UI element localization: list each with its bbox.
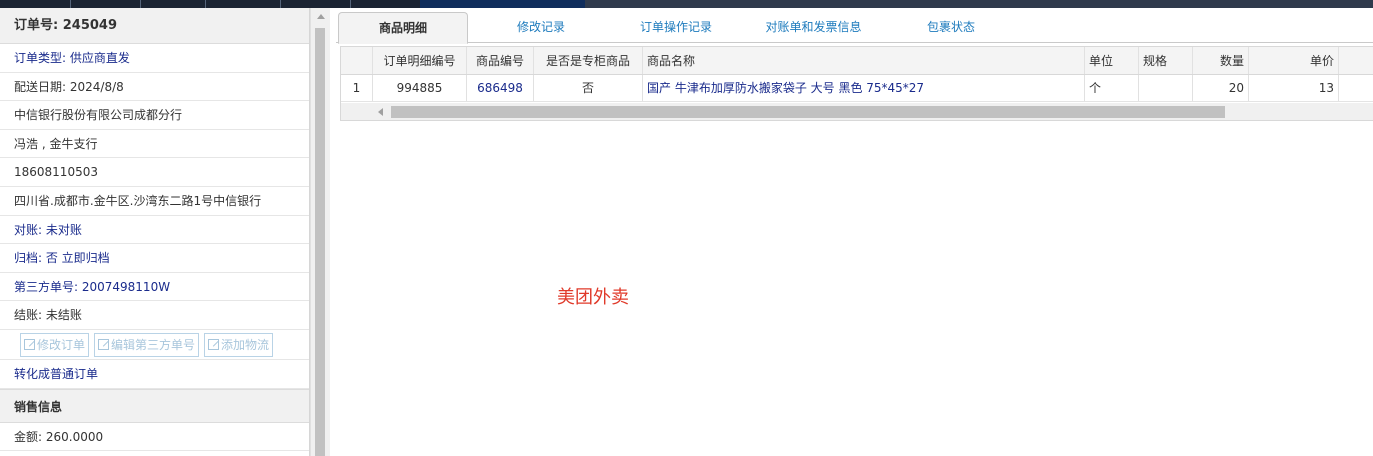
scroll-thumb[interactable]	[391, 106, 1225, 118]
settlement-row: 结账: 未结账	[0, 301, 309, 330]
order-number-title: 订单号: 245049	[0, 8, 309, 44]
phone-row: 18608110503	[0, 158, 309, 187]
order-info-panel: 订单号: 245049 订单类型: 供应商直发 配送日期: 2024/8/8 中…	[0, 8, 310, 456]
delivery-date-row: 配送日期: 2024/8/8	[0, 73, 309, 102]
third-party-order-row[interactable]: 第三方单号: 2007498110W	[0, 273, 309, 302]
edit-order-button[interactable]: 修改订单	[20, 332, 90, 357]
left-panel-scrollbar[interactable]	[310, 8, 330, 456]
quantity-cell: 20	[1193, 75, 1249, 101]
scroll-thumb[interactable]	[315, 28, 325, 456]
col-unit[interactable]: 单位	[1085, 47, 1139, 74]
unit-price-cell: 13	[1249, 75, 1339, 101]
table-row[interactable]: 1 994885 686498 否 国产 牛津布加厚防水搬家袋子 大号 黑色 7…	[341, 75, 1373, 102]
grid-header: 订单明细编号 商品编号 是否是专柜商品 商品名称 单位 规格 数量 单价	[341, 47, 1373, 75]
grid-horizontal-scrollbar[interactable]	[341, 103, 1373, 120]
scroll-up-icon[interactable]	[317, 14, 325, 19]
amount-row: 金额: 260.0000	[0, 423, 309, 452]
address-row: 四川省.成都市.金牛区.沙湾东二路1号中信银行	[0, 187, 309, 216]
order-type-row[interactable]: 订单类型: 供应商直发	[0, 44, 309, 73]
col-spec[interactable]: 规格	[1139, 47, 1193, 74]
top-bar	[0, 0, 1373, 8]
add-logistics-button[interactable]: 添加物流	[204, 332, 274, 357]
contact-row: 冯浩 , 金牛支行	[0, 130, 309, 159]
tab-change-log[interactable]: 修改记录	[486, 12, 596, 44]
edit-icon	[98, 339, 110, 351]
edit-third-party-number-button[interactable]: 编辑第三方单号	[94, 332, 200, 357]
product-id-link[interactable]: 686498	[467, 75, 534, 101]
unit-cell: 个	[1085, 75, 1139, 101]
edit-icon	[24, 339, 35, 351]
product-name-link[interactable]: 国产 牛津布加厚防水搬家袋子 大号 黑色 75*45*27	[643, 75, 1085, 101]
action-buttons: 修改订单 编辑第三方单号 添加物流	[0, 330, 309, 360]
tab-bar: 商品明细 修改记录 订单操作记录 对账单和发票信息 包裹状态	[336, 8, 1373, 44]
convert-to-normal-order-link[interactable]: 转化成普通订单	[0, 360, 309, 389]
scroll-left-icon[interactable]	[378, 108, 383, 116]
tab-order-operation-log[interactable]: 订单操作记录	[621, 12, 731, 44]
col-index	[341, 47, 373, 74]
col-product-id[interactable]: 商品编号	[467, 47, 534, 74]
col-quantity[interactable]: 数量	[1193, 47, 1249, 74]
col-product-name[interactable]: 商品名称	[643, 47, 1085, 74]
sales-info-section: 销售信息	[0, 388, 309, 423]
tab-statement-invoice[interactable]: 对账单和发票信息	[746, 12, 881, 44]
col-unit-price[interactable]: 单价	[1249, 47, 1339, 74]
product-detail-grid: 订单明细编号 商品编号 是否是专柜商品 商品名称 单位 规格 数量 单价 1 9…	[340, 46, 1373, 121]
tab-product-details[interactable]: 商品明细	[338, 12, 468, 44]
counter-product-cell: 否	[534, 75, 643, 101]
edit-icon	[208, 339, 220, 351]
detail-id-cell: 994885	[373, 75, 467, 101]
col-detail-id[interactable]: 订单明细编号	[373, 47, 467, 74]
overlay-label: 美团外卖	[557, 287, 629, 308]
archive-row[interactable]: 归档: 否 立即归档	[0, 244, 309, 273]
customer-company-row: 中信银行股份有限公司成都分行	[0, 101, 309, 130]
spec-cell	[1139, 75, 1193, 101]
tab-package-status[interactable]: 包裹状态	[901, 12, 1001, 44]
col-counter-product[interactable]: 是否是专柜商品	[534, 47, 643, 74]
reconcile-status-row[interactable]: 对账: 未对账	[0, 216, 309, 245]
row-index: 1	[341, 75, 373, 101]
